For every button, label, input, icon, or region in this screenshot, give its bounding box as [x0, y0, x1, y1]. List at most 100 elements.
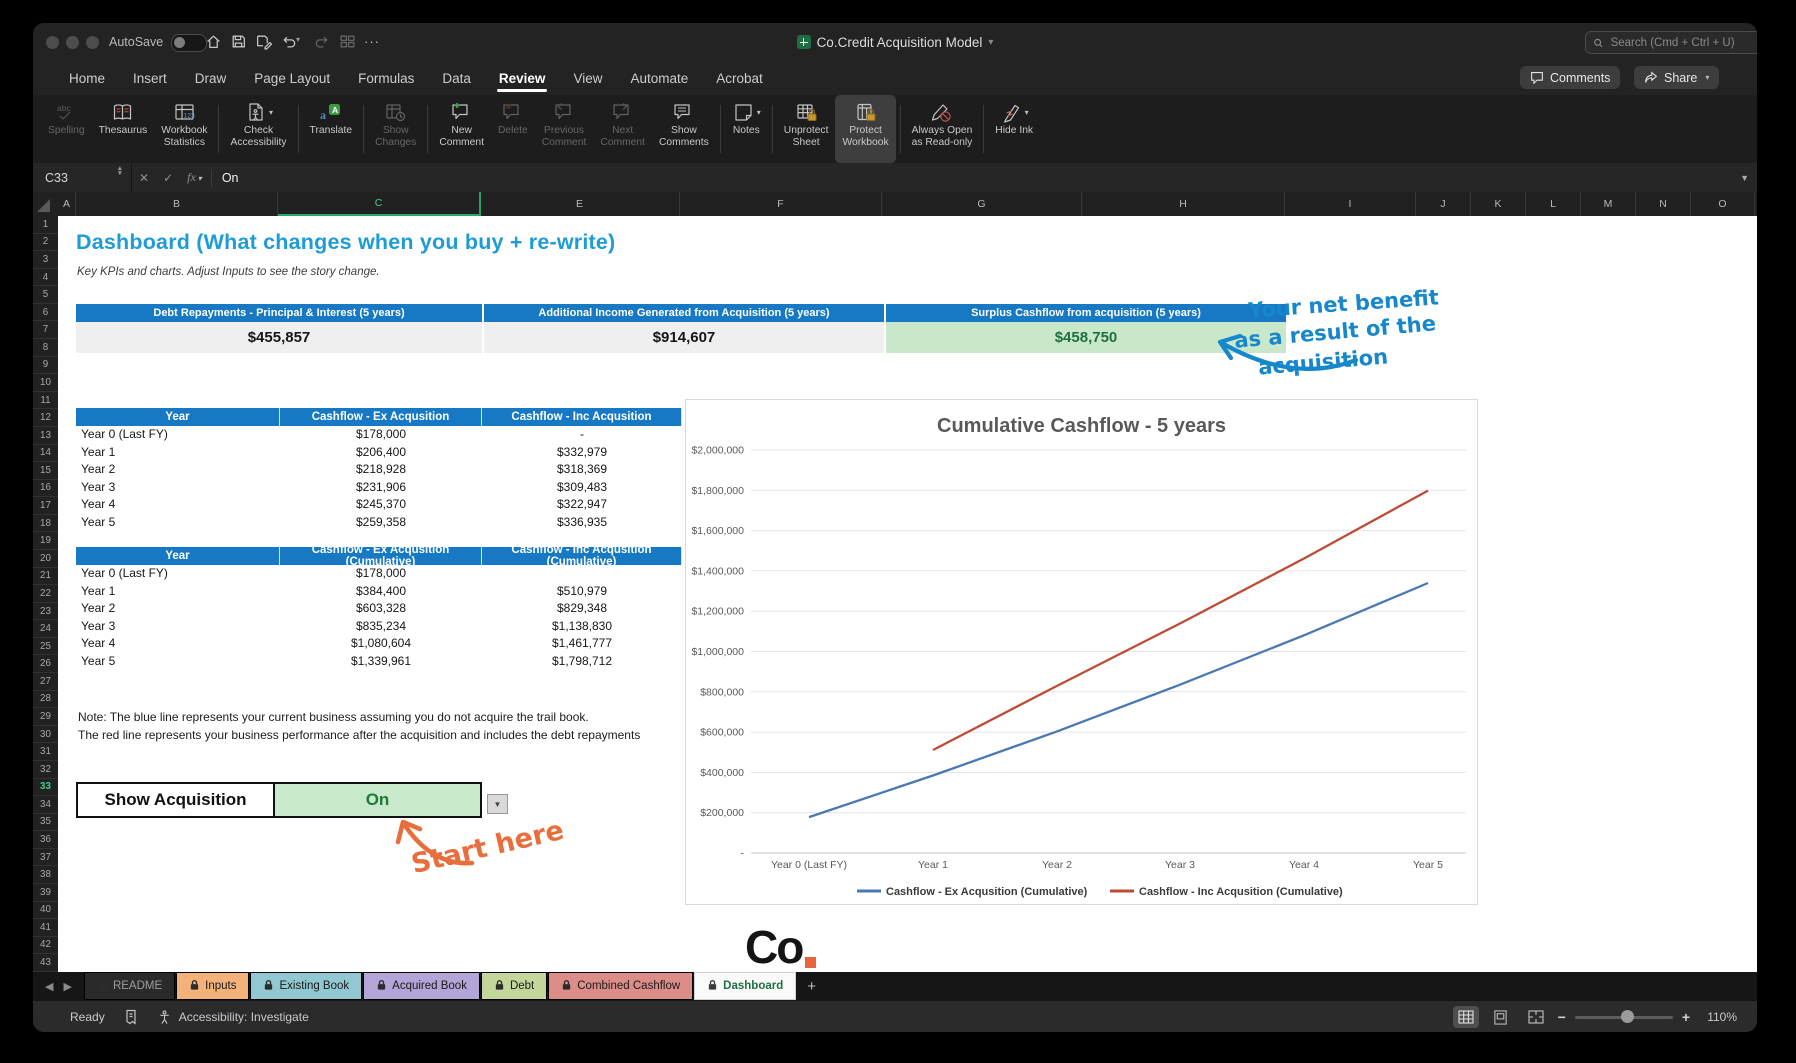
- row-header-11[interactable]: 11: [33, 392, 58, 410]
- close-window-button[interactable]: [46, 36, 59, 49]
- menu-tab-data[interactable]: Data: [428, 61, 485, 95]
- insert-function-icon[interactable]: fx▾: [187, 170, 202, 185]
- menu-tab-insert[interactable]: Insert: [119, 61, 181, 95]
- row-header-12[interactable]: 12: [33, 409, 58, 427]
- row-header-17[interactable]: 17: [33, 497, 58, 515]
- show-comments-button[interactable]: Show Comments: [652, 95, 716, 163]
- row-header-29[interactable]: 29: [33, 708, 58, 726]
- row-header-23[interactable]: 23: [33, 603, 58, 621]
- hide-ink-button[interactable]: ▾Hide Ink: [988, 95, 1040, 163]
- window-split-icon[interactable]: [339, 33, 357, 51]
- row-header-38[interactable]: 38: [33, 866, 58, 884]
- home-icon[interactable]: [205, 33, 223, 51]
- row-header-18[interactable]: 18: [33, 515, 58, 533]
- menu-tab-automate[interactable]: Automate: [616, 61, 702, 95]
- zoom-in-button[interactable]: +: [1682, 1009, 1690, 1025]
- column-header-O[interactable]: O: [1691, 192, 1755, 216]
- row-header-31[interactable]: 31: [33, 743, 58, 761]
- sheet-tab-dashboard[interactable]: Dashboard: [694, 972, 796, 1000]
- column-header-A[interactable]: A: [58, 192, 76, 216]
- row-header-24[interactable]: 24: [33, 620, 58, 638]
- row-header-25[interactable]: 25: [33, 638, 58, 656]
- menu-tab-acrobat[interactable]: Acrobat: [702, 61, 777, 95]
- show-acquisition-dropdown[interactable]: ▼: [487, 794, 508, 814]
- column-header-N[interactable]: N: [1636, 192, 1691, 216]
- row-header-34[interactable]: 34: [33, 796, 58, 814]
- row-header-39[interactable]: 39: [33, 884, 58, 902]
- row-header-22[interactable]: 22: [33, 585, 58, 603]
- row-header-30[interactable]: 30: [33, 726, 58, 744]
- undo-chevron-icon[interactable]: ▾: [296, 33, 314, 51]
- show-acquisition-value-cell[interactable]: On: [275, 784, 480, 816]
- share-button[interactable]: Share ▾: [1634, 66, 1719, 89]
- zoom-slider[interactable]: [1575, 1016, 1673, 1019]
- formula-bar-value[interactable]: On: [222, 171, 239, 185]
- worksheet[interactable]: Dashboard (What changes when you buy + r…: [58, 216, 1757, 972]
- search-field[interactable]: [1585, 31, 1757, 54]
- row-header-40[interactable]: 40: [33, 902, 58, 920]
- row-header-9[interactable]: 9: [33, 357, 58, 375]
- confirm-entry-icon[interactable]: ✓: [163, 171, 173, 185]
- comments-button[interactable]: Comments: [1520, 66, 1620, 89]
- accessibility-status[interactable]: Accessibility: Investigate: [157, 1010, 309, 1025]
- save-as-icon[interactable]: [255, 33, 273, 51]
- menu-tab-draw[interactable]: Draw: [181, 61, 241, 95]
- check-accessibility-button[interactable]: ▾Check Accessibility: [223, 95, 293, 163]
- add-sheet-button[interactable]: +: [797, 972, 826, 1000]
- name-box-spinner[interactable]: ▲▼: [117, 167, 123, 176]
- zoom-slider-knob[interactable]: [1621, 1010, 1634, 1023]
- row-header-27[interactable]: 27: [33, 673, 58, 691]
- prev-sheet-arrow-icon[interactable]: ◀: [45, 980, 53, 993]
- row-header-37[interactable]: 37: [33, 849, 58, 867]
- unprotect-sheet-button[interactable]: Unprotect Sheet: [777, 95, 836, 163]
- autosave-toggle[interactable]: [171, 34, 207, 52]
- sheet-tab-debt[interactable]: Debt: [481, 972, 547, 1000]
- search-input[interactable]: [1609, 36, 1757, 50]
- sheet-tab-inputs[interactable]: Inputs: [176, 972, 249, 1000]
- column-header-K[interactable]: K: [1471, 192, 1526, 216]
- row-header-36[interactable]: 36: [33, 831, 58, 849]
- workbook-statistics-button[interactable]: 123Workbook Statistics: [154, 95, 214, 163]
- row-header-15[interactable]: 15: [33, 462, 58, 480]
- sheet-tab-readme[interactable]: README: [84, 972, 175, 1000]
- next-sheet-arrow-icon[interactable]: ▶: [63, 980, 71, 993]
- normal-view-button[interactable]: [1453, 1006, 1479, 1028]
- row-header-5[interactable]: 5: [33, 286, 58, 304]
- row-header-28[interactable]: 28: [33, 691, 58, 709]
- row-header-2[interactable]: 2: [33, 234, 58, 252]
- row-header-33[interactable]: 33: [33, 779, 58, 797]
- row-header-19[interactable]: 19: [33, 532, 58, 550]
- column-header-I[interactable]: I: [1285, 192, 1416, 216]
- row-header-16[interactable]: 16: [33, 480, 58, 498]
- menu-tab-formulas[interactable]: Formulas: [344, 61, 428, 95]
- zoom-level[interactable]: 110%: [1699, 1010, 1737, 1024]
- notes-button[interactable]: ▾Notes: [725, 95, 768, 163]
- column-header-E[interactable]: E: [480, 192, 680, 216]
- column-header-G[interactable]: G: [882, 192, 1082, 216]
- zoom-window-button[interactable]: [86, 36, 99, 49]
- formula-bar-expand-icon[interactable]: ▼: [1740, 173, 1749, 183]
- title-chevron-icon[interactable]: ▾: [988, 37, 993, 48]
- name-box[interactable]: C33 ▲▼: [33, 163, 132, 192]
- row-header-26[interactable]: 26: [33, 655, 58, 673]
- column-header-L[interactable]: L: [1526, 192, 1581, 216]
- row-header-43[interactable]: 43: [33, 954, 58, 972]
- column-header-J[interactable]: J: [1416, 192, 1471, 216]
- row-header-20[interactable]: 20: [33, 550, 58, 568]
- page-break-view-button[interactable]: [1523, 1006, 1549, 1028]
- row-header-13[interactable]: 13: [33, 427, 58, 445]
- sheet-tab-acquired-book[interactable]: Acquired Book: [363, 972, 480, 1000]
- row-header-7[interactable]: 7: [33, 321, 58, 339]
- save-icon[interactable]: [230, 33, 248, 51]
- sheet-tab-existing-book[interactable]: Existing Book: [250, 972, 362, 1000]
- macro-record-icon[interactable]: [123, 1009, 139, 1025]
- thesaurus-button[interactable]: Thesaurus: [92, 95, 155, 163]
- column-header-H[interactable]: H: [1082, 192, 1285, 216]
- row-header-4[interactable]: 4: [33, 269, 58, 287]
- sheet-tab-combined-cashflow[interactable]: Combined Cashflow: [548, 972, 693, 1000]
- row-header-8[interactable]: 8: [33, 339, 58, 357]
- page-layout-view-button[interactable]: [1488, 1006, 1514, 1028]
- embedded-chart[interactable]: Cumulative Cashflow - 5 years$2,000,000$…: [685, 399, 1478, 905]
- select-all-corner[interactable]: [37, 199, 50, 212]
- row-header-21[interactable]: 21: [33, 568, 58, 586]
